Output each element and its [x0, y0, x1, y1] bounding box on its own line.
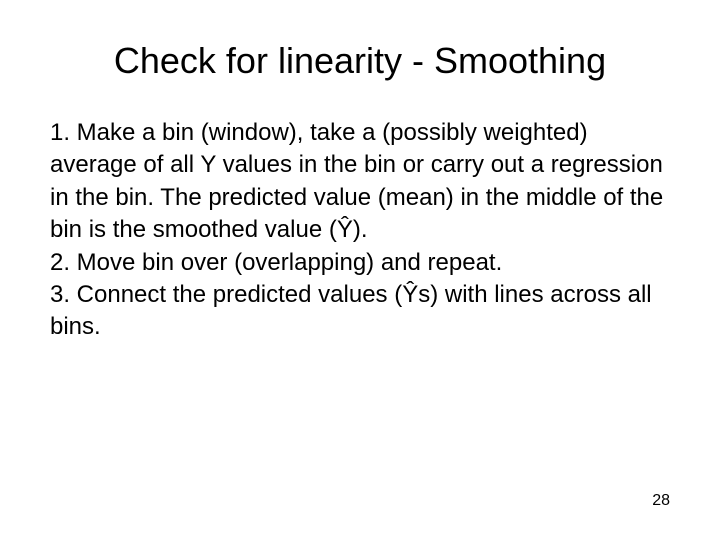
page-number: 28 [652, 492, 670, 510]
step-2: 2. Move bin over (overlapping) and repea… [50, 247, 670, 279]
slide-body: 1. Make a bin (window), take a (possibly… [50, 117, 670, 344]
step-1: 1. Make a bin (window), take a (possibly… [50, 117, 670, 247]
step-3: 3. Connect the predicted values (Ŷs) wit… [50, 279, 670, 344]
slide-title: Check for linearity - Smoothing [50, 40, 670, 82]
